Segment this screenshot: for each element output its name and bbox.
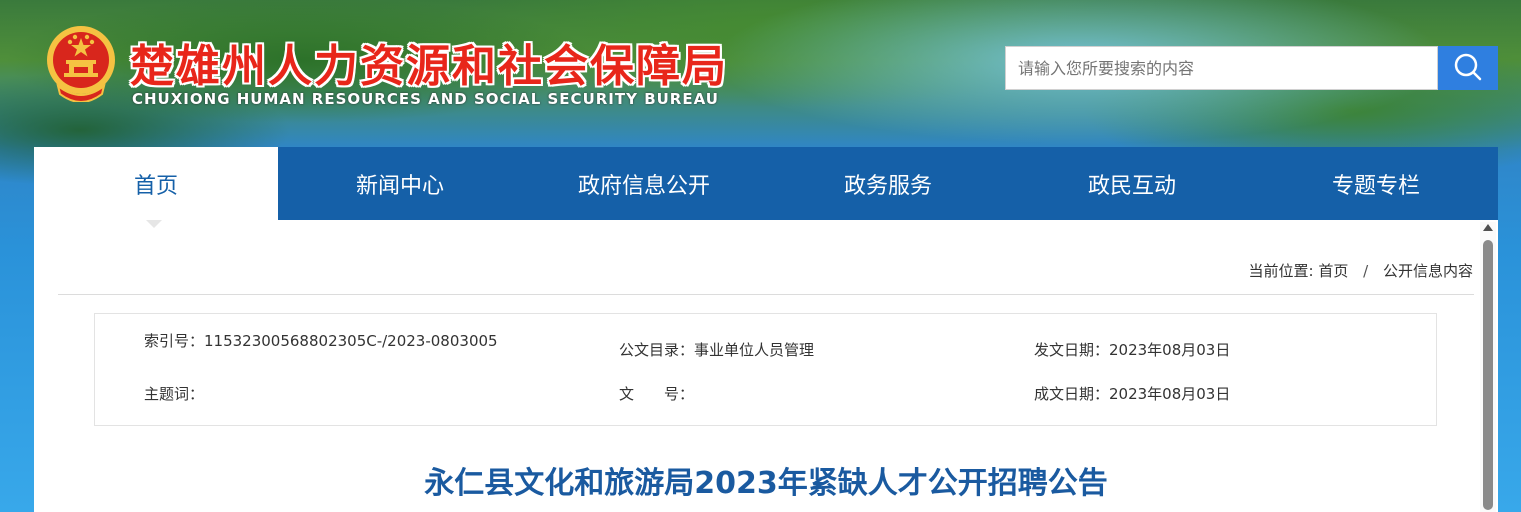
- breadcrumb-prefix: 当前位置:: [1248, 262, 1314, 280]
- search-button[interactable]: [1438, 46, 1498, 90]
- meta-catalog: 公文目录：事业单位人员管理: [619, 341, 815, 359]
- meta-created-date: 成文日期：2023年08月03日: [1034, 385, 1231, 403]
- scrollbar[interactable]: [1480, 222, 1496, 512]
- meta-keywords: 主题词：: [144, 385, 205, 403]
- nav-item-news[interactable]: 新闻中心: [278, 147, 522, 220]
- search-icon: [1453, 52, 1483, 85]
- active-tab-caret: [146, 220, 162, 228]
- article-title: 永仁县文化和旅游局2023年紧缺人才公开招聘公告: [424, 466, 1108, 501]
- nav-item-gov-info[interactable]: 政府信息公开: [522, 147, 766, 220]
- meta-index-no: 索引号：11532300568802305C-/2023-0803005: [144, 332, 498, 350]
- national-emblem-icon: [44, 24, 118, 103]
- breadcrumb-current-link[interactable]: 公开信息内容: [1383, 262, 1473, 280]
- nav-item-topics[interactable]: 专题专栏: [1254, 147, 1498, 220]
- scroll-up-arrow-icon[interactable]: [1483, 224, 1493, 231]
- search-input[interactable]: [1005, 46, 1438, 90]
- nav-item-interaction[interactable]: 政民互动: [1010, 147, 1254, 220]
- site-subtitle: CHUXIONG HUMAN RESOURCES AND SOCIAL SECU…: [132, 90, 719, 108]
- breadcrumb: 当前位置: 首页 / 公开信息内容: [1249, 260, 1474, 281]
- main-nav: 首页 新闻中心 政府信息公开 政务服务 政民互动 专题专栏: [34, 147, 1498, 220]
- divider: [58, 294, 1474, 295]
- nav-item-home[interactable]: 首页: [34, 147, 278, 220]
- meta-doc-no: 文 号：: [619, 385, 695, 403]
- breadcrumb-home-link[interactable]: 首页: [1318, 262, 1348, 280]
- nav-item-services[interactable]: 政务服务: [766, 147, 1010, 220]
- site-title: 楚雄州人力资源和社会保障局: [130, 41, 728, 92]
- meta-issue-date: 发文日期：2023年08月03日: [1034, 341, 1231, 359]
- scroll-thumb[interactable]: [1483, 240, 1493, 510]
- breadcrumb-separator: /: [1363, 262, 1369, 280]
